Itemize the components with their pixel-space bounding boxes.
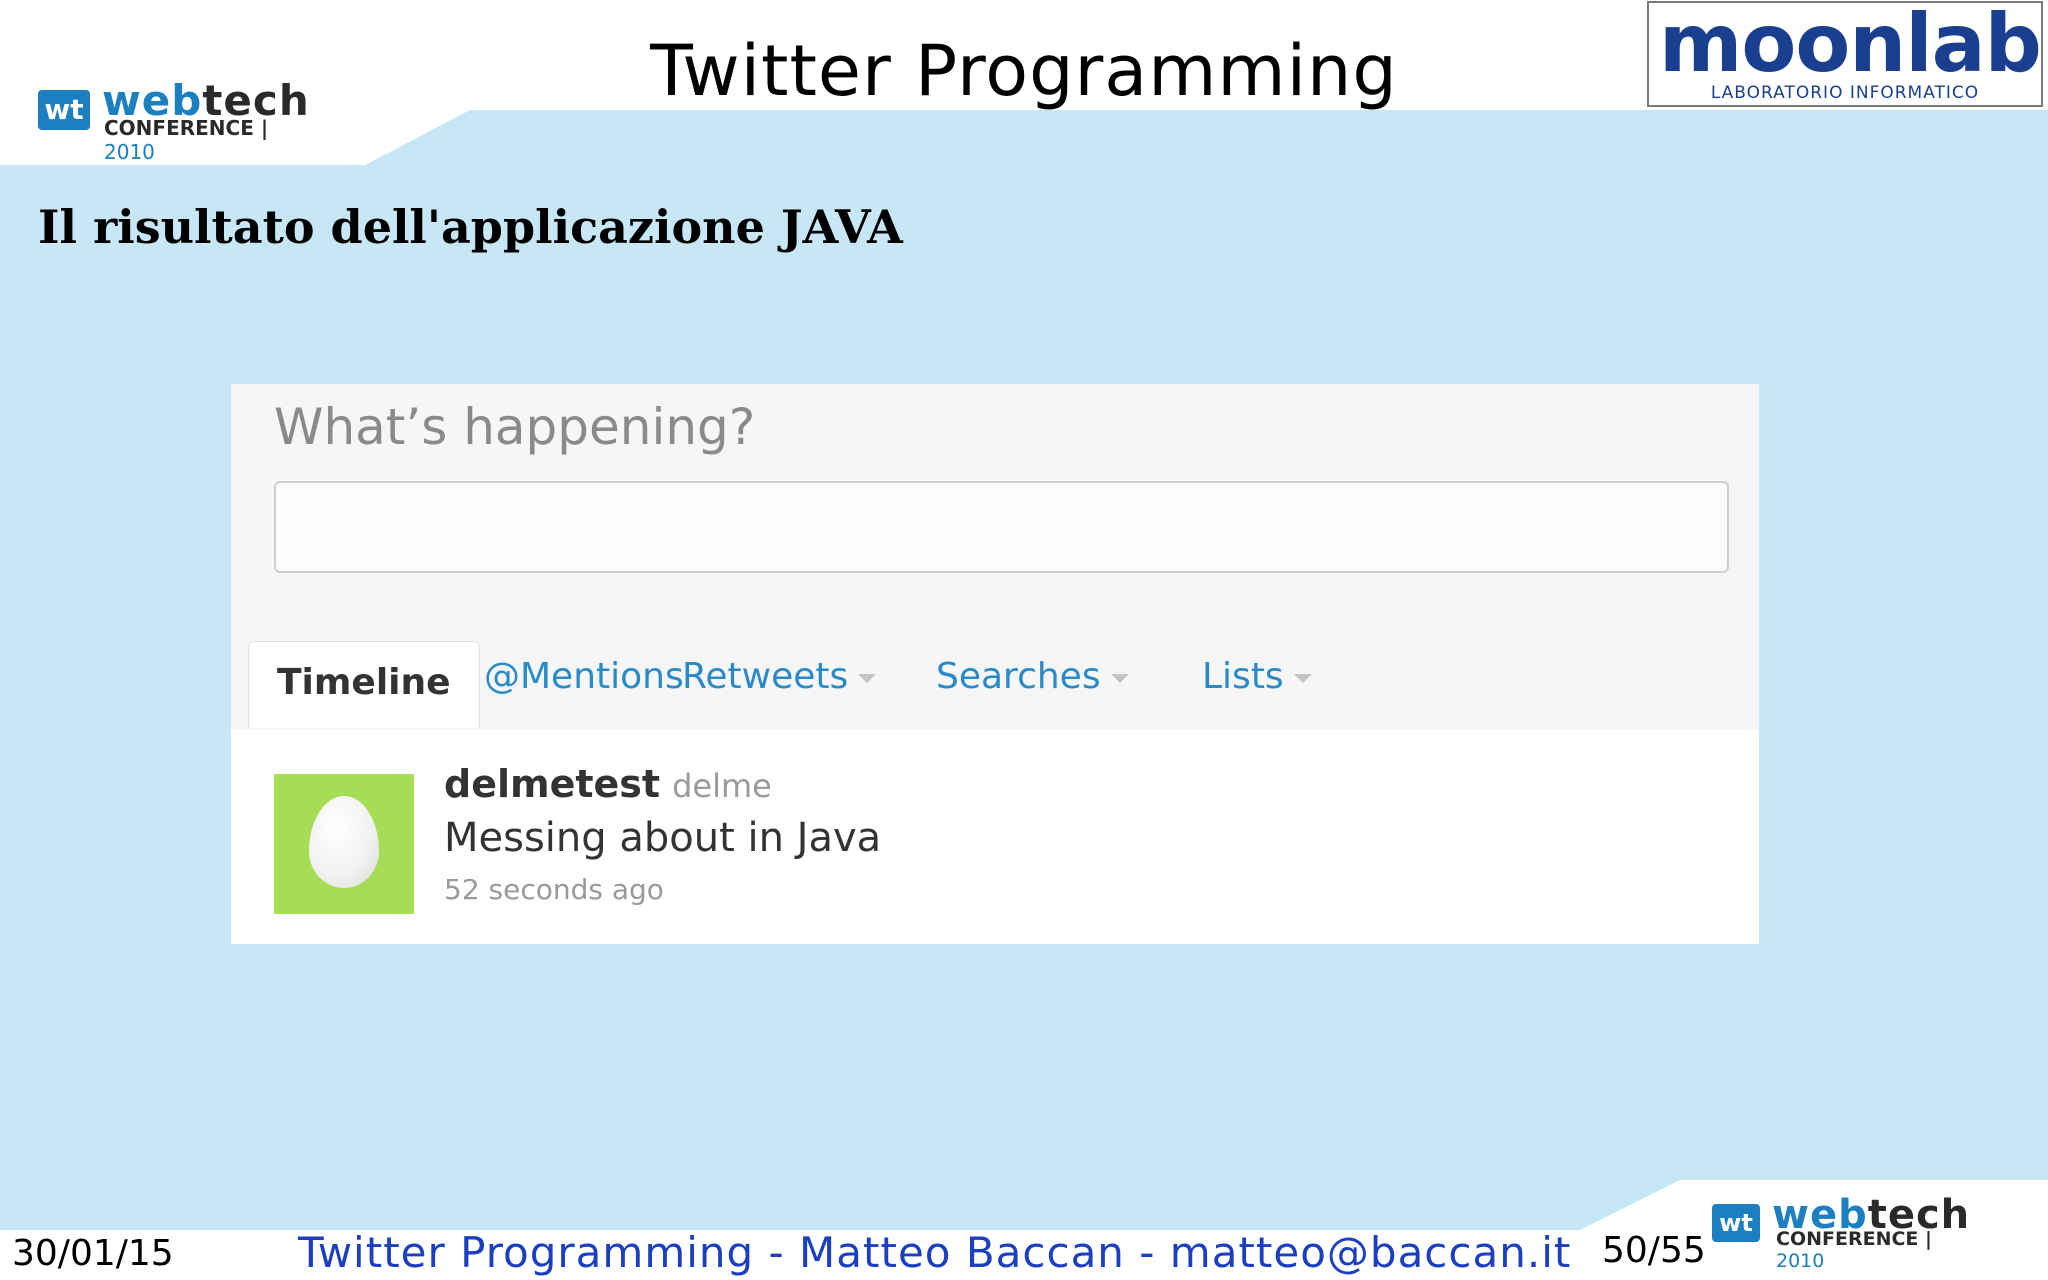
- footer-page-number: 50/55: [1602, 1230, 1706, 1271]
- tab-timeline[interactable]: Timeline: [248, 641, 480, 728]
- tweet-username[interactable]: delmetest delme: [444, 762, 772, 806]
- webtech-badge-icon: wt: [1712, 1204, 1760, 1242]
- section-heading: Il risultato dell'applicazione JAVA: [38, 200, 903, 254]
- tab-retweets-label: Retweets: [682, 656, 849, 697]
- tab-lists-label: Lists: [1202, 656, 1284, 697]
- avatar[interactable]: [274, 774, 414, 914]
- tweet-username-text[interactable]: delmetest: [444, 762, 660, 806]
- egg-avatar-icon: [309, 796, 379, 888]
- tweet-timestamp[interactable]: 52 seconds ago: [444, 873, 664, 906]
- moonlab-wordmark: moonlab: [1659, 0, 2042, 90]
- webtech-conference: CONFERENCE | 2010: [104, 116, 269, 164]
- twitter-panel: What’s happening? Timeline @Mentions Ret…: [231, 384, 1759, 944]
- tweet-text: Messing about in Java: [444, 815, 882, 861]
- tab-mentions[interactable]: @Mentions: [484, 642, 684, 712]
- webtech-conference-label: CONFERENCE: [1776, 1228, 1919, 1250]
- moonlab-subtitle: LABORATORIO INFORMATICO: [1710, 83, 1980, 103]
- tweet-input[interactable]: [274, 481, 1729, 573]
- webtech-conference-label: CONFERENCE: [104, 116, 254, 140]
- tweet-handle: delme: [672, 767, 772, 805]
- footer-author: Twitter Programming - Matteo Baccan - ma…: [298, 1228, 1572, 1277]
- whats-happening-prompt: What’s happening?: [274, 398, 756, 456]
- footer-date: 30/01/15: [12, 1233, 174, 1274]
- webtech-badge-icon: wt: [38, 90, 90, 130]
- timeline-tabs: Timeline @Mentions Retweets Searches Lis…: [248, 641, 1759, 728]
- chevron-down-icon: [1110, 673, 1129, 683]
- webtech-year: 2010: [1776, 1250, 1825, 1272]
- webtech-logo: wt webtech CONFERENCE | 2010: [38, 76, 309, 164]
- chevron-down-icon: [858, 673, 877, 683]
- chevron-down-icon: [1293, 673, 1312, 683]
- webtech-year: 2010: [104, 140, 155, 164]
- webtech-conference: CONFERENCE | 2010: [1776, 1228, 1932, 1272]
- moonlab-logo: moonlab LABORATORIO INFORMATICO: [1647, 0, 2043, 107]
- tab-retweets[interactable]: Retweets: [682, 642, 877, 712]
- webtech-logo-footer: wt webtech CONFERENCE | 2010: [1712, 1192, 1982, 1272]
- tab-searches[interactable]: Searches: [936, 642, 1129, 712]
- tab-searches-label: Searches: [936, 656, 1101, 697]
- tweet-stream: delmetest delme Messing about in Java 52 …: [231, 729, 1759, 944]
- tab-lists[interactable]: Lists: [1202, 642, 1312, 712]
